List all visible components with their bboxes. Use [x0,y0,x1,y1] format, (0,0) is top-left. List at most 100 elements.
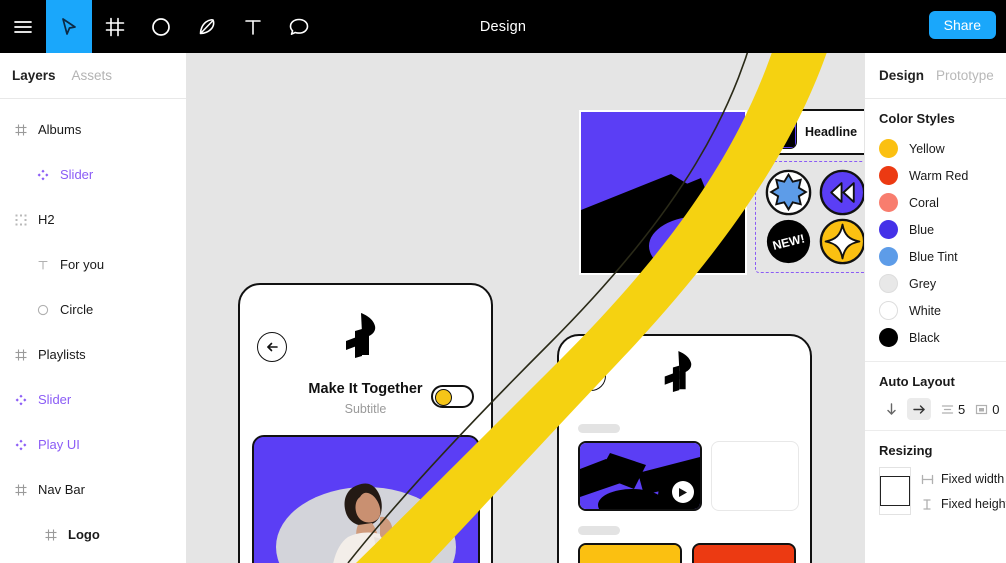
tab-assets[interactable]: Assets [72,68,113,83]
layer-row-for-you[interactable]: For you [0,242,186,287]
design-canvas[interactable]: Headline NEW! Make It Together Subtitle [187,53,864,563]
component-set-icon [14,213,28,227]
tab-prototype[interactable]: Prototype [936,68,994,83]
fixed-height-option[interactable]: Fixed height [921,497,1006,511]
layer-label: Slider [38,392,72,407]
color-swatch-coral [879,193,898,212]
frame-tool-icon[interactable] [92,0,138,53]
frame-icon [44,528,58,542]
layer-row-nav-bar[interactable]: Nav Bar [0,467,186,512]
ellipse-tool-icon[interactable] [138,0,184,53]
fixed-height-label: Fixed height [941,497,1006,511]
fixed-height-icon [923,498,931,510]
color-styles-section: Color Styles Yellow Warm Red Coral Blue … [865,99,1006,362]
color-style-row[interactable]: Coral [879,189,1006,216]
tab-design[interactable]: Design [879,68,924,83]
layer-row-logo[interactable]: Logo [0,512,186,557]
padding-field[interactable]: 0 [975,402,999,417]
auto-layout-section: Auto Layout 5 0 [865,362,1006,431]
app-logo-mark [343,311,387,366]
fixed-width-icon [921,474,934,484]
layer-label: Nav Bar [38,482,85,497]
color-swatch-white [879,301,898,320]
auto-layout-controls: 5 0 [879,398,1006,420]
spacing-field[interactable]: 5 [941,402,965,417]
skeleton-label [578,526,620,535]
layer-row-circle[interactable]: Circle [0,287,186,332]
menu-icon[interactable] [0,0,46,53]
color-style-row[interactable]: Grey [879,270,1006,297]
phone-one-toggle[interactable] [431,385,474,408]
top-toolbar: Design Share [0,0,1006,53]
color-name: Black [909,330,940,345]
phone-two-empty-card[interactable] [711,441,799,511]
phone-two-yellow-card[interactable] [578,543,682,563]
move-tool-icon[interactable] [46,0,92,53]
color-styles-heading: Color Styles [879,111,955,126]
share-button[interactable]: Share [928,11,996,39]
color-swatch-yellow [879,139,898,158]
color-style-row[interactable]: Blue Tint [879,243,1006,270]
layer-row-playlists[interactable]: Playlists [0,332,186,377]
play-button[interactable] [672,481,694,503]
app-logo-mark [662,349,702,400]
fixed-width-option[interactable]: Fixed width [921,472,1006,486]
new-badge-sticker[interactable]: NEW! [765,218,812,265]
headline-thumbnail [764,115,797,149]
ellipse-layer-icon [36,303,50,317]
rewind-sticker[interactable] [819,169,865,216]
layer-row-albums[interactable]: Albums [0,107,186,152]
layer-label: Albums [38,122,82,137]
spacing-icon [941,404,954,414]
color-name: Blue Tint [909,249,958,264]
back-arrow-button[interactable] [257,332,287,362]
layer-label: H2 [38,212,55,227]
layer-label: Play UI [38,437,80,452]
layer-label: Slider [60,167,94,182]
layer-row-h2[interactable]: H2 [0,197,186,242]
left-panel-tabs: Layers Assets [0,53,186,99]
right-sidebar: Design Prototype Color Styles Yellow War… [864,53,1006,563]
headline-component-card[interactable]: Headline [755,109,864,155]
phone-two-media-card[interactable] [578,441,702,511]
vertical-direction-icon[interactable] [879,398,903,420]
layer-row-slider-1[interactable]: Slider [0,152,186,197]
phone-mockup-one[interactable]: Make It Together Subtitle [238,283,493,563]
phone-two-red-card[interactable] [692,543,796,563]
resize-preview-inner [880,476,910,506]
tab-layers[interactable]: Layers [12,68,56,83]
toggle-knob [435,388,452,406]
canvas-artwork-square[interactable] [579,110,747,275]
sticker-group-selection[interactable]: NEW! [755,161,864,273]
color-swatch-blue-tint [879,247,898,266]
comment-tool-icon[interactable] [276,0,322,53]
resize-preview-box[interactable] [879,467,911,515]
fixed-width-label: Fixed width [941,472,1005,486]
color-style-row[interactable]: Warm Red [879,162,1006,189]
star-burst-sticker[interactable] [765,169,812,216]
color-style-row[interactable]: Yellow [879,135,1006,162]
left-sidebar: Layers Assets Albums Slider H2 For you C… [0,53,187,563]
back-arrow-button[interactable] [576,361,606,391]
layer-row-play-ui[interactable]: Play UI [0,422,186,467]
color-style-row[interactable]: Black [879,324,1006,351]
color-name: Grey [909,276,937,291]
color-swatch-black [879,328,898,347]
text-tool-icon[interactable] [230,0,276,53]
resizing-section: Resizing Fixed width Fixed height [865,431,1006,525]
pen-tool-icon[interactable] [184,0,230,53]
phone-one-hero-image [252,435,480,563]
color-swatch-blue [879,220,898,239]
sparkle-sticker[interactable] [819,218,865,265]
padding-value: 0 [992,401,1000,417]
layer-label: For you [60,257,105,272]
resizing-heading: Resizing [879,443,933,458]
frame-icon [14,483,28,497]
phone-mockup-two[interactable] [557,334,812,563]
color-style-row[interactable]: Blue [879,216,1006,243]
layer-row-slider-2[interactable]: Slider [0,377,186,422]
frame-icon [14,123,28,137]
frame-icon [14,348,28,362]
horizontal-direction-icon[interactable] [907,398,931,420]
color-style-row[interactable]: White [879,297,1006,324]
